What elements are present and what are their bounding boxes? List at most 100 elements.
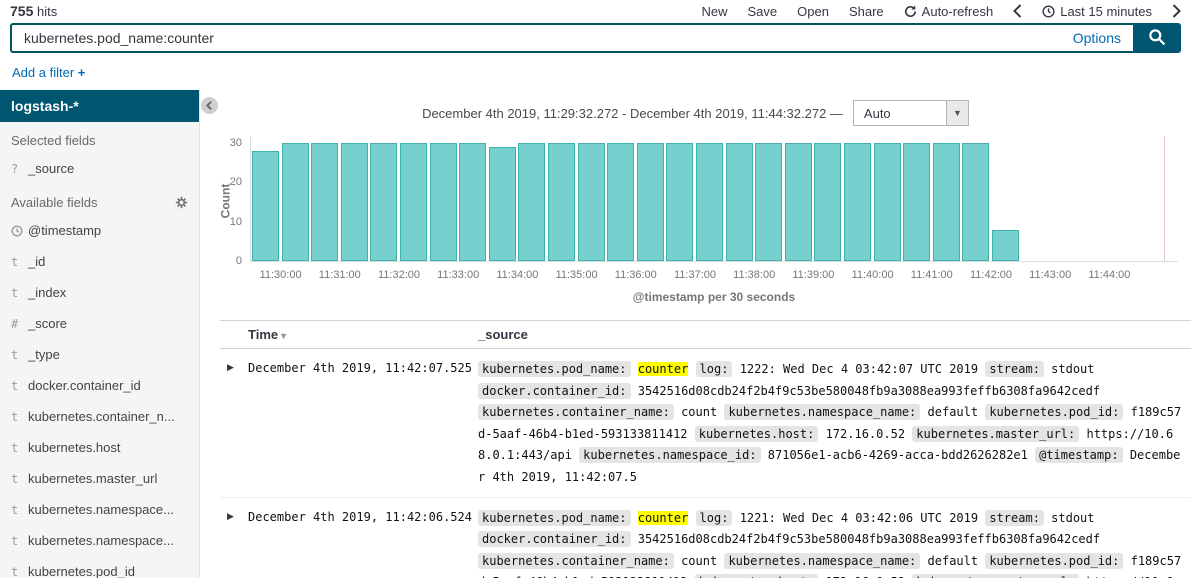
time-range-label: Last 15 minutes bbox=[1060, 3, 1152, 19]
new-button[interactable]: New bbox=[702, 4, 728, 19]
clock-icon bbox=[1042, 4, 1055, 18]
y-axis-label: Count bbox=[218, 183, 233, 219]
column-header-source: _source bbox=[478, 327, 528, 342]
field-type-icon: t bbox=[11, 471, 19, 486]
x-axis-tick-label: 11:38:00 bbox=[733, 269, 776, 281]
histogram-bar[interactable] bbox=[696, 143, 723, 261]
column-header-time[interactable]: Time ▾ bbox=[248, 327, 478, 342]
field-item-_type[interactable]: t _type bbox=[0, 339, 199, 370]
field-key-badge: kubernetes.namespace_name: bbox=[724, 404, 921, 421]
y-axis-tick-label: 20 bbox=[229, 176, 242, 189]
open-button[interactable]: Open bbox=[797, 4, 829, 19]
plus-icon: + bbox=[77, 65, 86, 80]
field-value: 3542516d08cdb24f2b4f9c53be580048fb9a3088… bbox=[637, 532, 1101, 547]
field-item-kubernetes.host[interactable]: t kubernetes.host bbox=[0, 432, 199, 463]
field-key-badge: stream: bbox=[985, 361, 1044, 377]
histogram-bar[interactable] bbox=[636, 143, 664, 261]
field-item-kubernetes.container_n...[interactable]: t kubernetes.container_n... bbox=[0, 401, 199, 432]
histogram-bar[interactable] bbox=[725, 143, 753, 261]
options-link[interactable]: Options bbox=[1073, 30, 1121, 46]
field-item-kubernetes.namespace...[interactable]: t kubernetes.namespace... bbox=[0, 494, 199, 525]
field-item-kubernetes.namespace...[interactable]: t kubernetes.namespace... bbox=[0, 525, 199, 556]
y-axis-tick-label: 30 bbox=[229, 137, 242, 149]
histogram-bar[interactable] bbox=[962, 143, 990, 261]
time-marker-line bbox=[1164, 136, 1165, 261]
selected-fields-list: ? _source bbox=[0, 153, 199, 184]
time-column-label: Time bbox=[248, 327, 279, 342]
x-axis-tick-label: 11:39:00 bbox=[792, 269, 835, 281]
x-axis-tick-label: 11:40:00 bbox=[851, 269, 894, 281]
field-key-badge: kubernetes.container_name: bbox=[478, 552, 674, 569]
field-type-icon: # bbox=[11, 316, 19, 331]
field-name: _score bbox=[28, 316, 68, 331]
x-axis-tick-label: 11:30:00 bbox=[259, 269, 302, 281]
field-name: _source bbox=[28, 161, 75, 176]
hits-number: 755 bbox=[10, 3, 34, 19]
expand-row-button[interactable]: ▶ bbox=[220, 359, 248, 489]
histogram-bar[interactable] bbox=[577, 143, 605, 261]
histogram-bar[interactable] bbox=[755, 143, 783, 261]
auto-refresh-button[interactable]: Auto-refresh bbox=[904, 4, 993, 19]
histogram-bar[interactable] bbox=[459, 143, 487, 261]
index-pattern-selector[interactable]: logstash-* bbox=[0, 90, 199, 122]
histogram-bar[interactable] bbox=[488, 147, 516, 261]
selected-fields-header: Selected fields bbox=[0, 122, 199, 153]
field-type-icon: t bbox=[11, 254, 19, 269]
x-axis-tick-label: 11:33:00 bbox=[437, 269, 480, 281]
histogram-bar[interactable] bbox=[311, 143, 339, 261]
share-button[interactable]: Share bbox=[849, 4, 884, 19]
add-filter-link[interactable]: Add a filter + bbox=[12, 65, 85, 80]
collapse-sidebar-button[interactable] bbox=[201, 97, 218, 114]
histogram-bar[interactable] bbox=[932, 143, 960, 261]
histogram-bar[interactable] bbox=[992, 230, 1019, 261]
histogram-bar[interactable] bbox=[518, 143, 546, 261]
search-input[interactable] bbox=[12, 30, 1073, 46]
doc-source: kubernetes.pod_name: counter log: 1221: … bbox=[478, 508, 1191, 578]
histogram-bar[interactable] bbox=[340, 143, 368, 261]
histogram-bar[interactable] bbox=[548, 143, 575, 261]
field-item-_index[interactable]: t _index bbox=[0, 277, 199, 308]
interval-select-value: Auto bbox=[863, 105, 891, 121]
time-back-button[interactable] bbox=[1013, 4, 1022, 18]
field-key-badge: kubernetes.container_name: bbox=[478, 404, 674, 421]
expand-row-button[interactable]: ▶ bbox=[220, 508, 248, 578]
gear-icon[interactable] bbox=[175, 196, 188, 209]
field-key-badge: kubernetes.namespace_name: bbox=[724, 552, 921, 569]
field-value: 1221: Wed Dec 4 03:42:06 UTC 2019 bbox=[739, 510, 979, 525]
histogram-bar[interactable] bbox=[814, 143, 842, 261]
selected-fields-label: Selected fields bbox=[11, 133, 96, 148]
y-axis-tick-label: 0 bbox=[235, 255, 242, 267]
histogram-bar[interactable] bbox=[252, 151, 279, 261]
time-forward-button[interactable] bbox=[1172, 4, 1181, 18]
histogram-bar[interactable] bbox=[903, 143, 931, 261]
field-name: kubernetes.master_url bbox=[28, 471, 158, 486]
x-axis-label: @timestamp per 30 seconds bbox=[632, 290, 796, 304]
x-axis-tick-label: 11:35:00 bbox=[555, 269, 598, 281]
histogram-bar[interactable] bbox=[400, 143, 427, 261]
histogram-bar[interactable] bbox=[429, 143, 457, 261]
field-item-@timestamp[interactable]: @timestamp bbox=[0, 215, 199, 246]
field-item-_id[interactable]: t _id bbox=[0, 246, 199, 277]
field-item-_source[interactable]: ? _source bbox=[0, 153, 199, 184]
search-button[interactable] bbox=[1133, 23, 1181, 53]
doc-table: Time ▾ _source ▶ December 4th 2019, 11:42:… bbox=[220, 320, 1191, 578]
histogram-bar[interactable] bbox=[281, 143, 309, 261]
histogram-bar[interactable] bbox=[666, 143, 694, 261]
histogram-bar[interactable] bbox=[784, 143, 812, 261]
histogram-bar[interactable] bbox=[844, 143, 871, 261]
field-item-kubernetes.pod_id[interactable]: t kubernetes.pod_id bbox=[0, 556, 199, 578]
field-item-kubernetes.master_url[interactable]: t kubernetes.master_url bbox=[0, 463, 199, 494]
time-picker-button[interactable]: Last 15 minutes bbox=[1042, 4, 1152, 19]
histogram-chart: Count 0 10 20 30 11:30:00 11:31:00 11:32:00 11:… bbox=[218, 136, 1178, 281]
save-button[interactable]: Save bbox=[748, 4, 778, 19]
field-item-docker.container_id[interactable]: t docker.container_id bbox=[0, 370, 199, 401]
field-item-_score[interactable]: # _score bbox=[0, 308, 199, 339]
content: logstash-* Selected fields ? _source Avai… bbox=[0, 90, 1191, 578]
search-bar: Options bbox=[10, 23, 1181, 53]
histogram-bar[interactable] bbox=[370, 143, 398, 261]
interval-select[interactable]: Auto ▼ bbox=[852, 100, 969, 126]
sort-caret-icon: ▾ bbox=[281, 331, 287, 342]
histogram-bar[interactable] bbox=[873, 143, 901, 261]
field-key-badge: @timestamp: bbox=[1035, 447, 1123, 464]
histogram-bar[interactable] bbox=[607, 143, 635, 261]
